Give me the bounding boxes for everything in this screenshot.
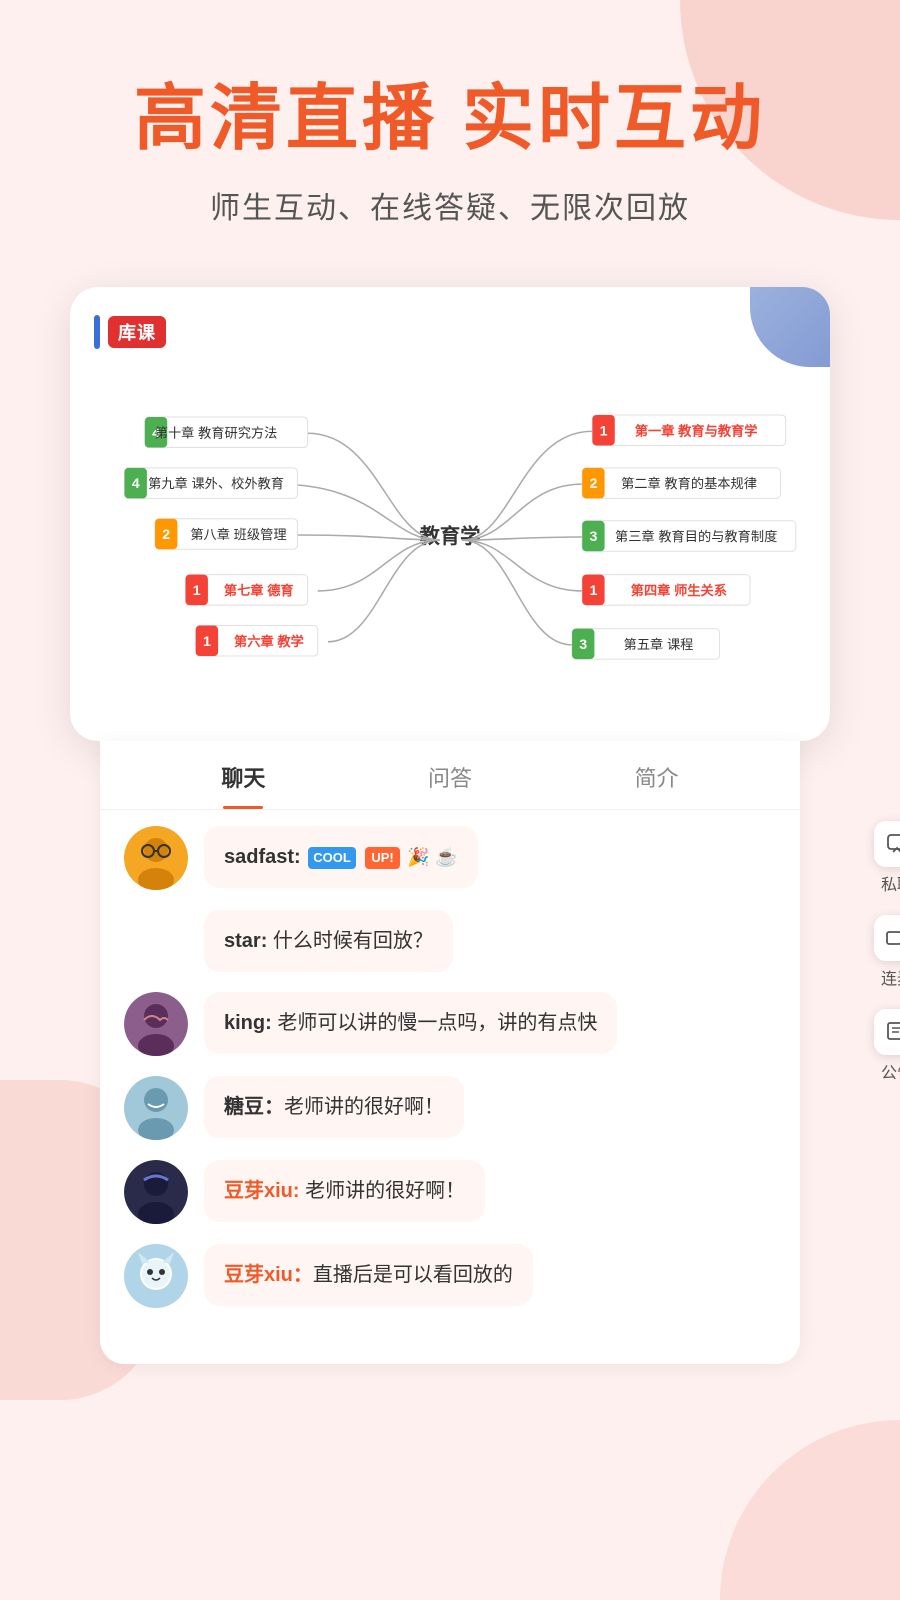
private-chat-button[interactable]: 私聊 — [874, 821, 900, 895]
chat-list: sadfast: COOL UP! 🎉 ☕ star: 什么时候有回放？ — [100, 810, 800, 1344]
tab-intro[interactable]: 简介 — [553, 741, 760, 809]
list-item: 豆芽xiu: 老师讲的很好啊！ — [124, 1160, 776, 1224]
svg-text:1: 1 — [203, 634, 211, 650]
svg-text:第八章 班级管理: 第八章 班级管理 — [190, 526, 286, 542]
svg-text:1: 1 — [193, 583, 201, 599]
svg-text:第二章 教育的基本规律: 第二章 教育的基本规律 — [621, 475, 757, 491]
hero-section: 高清直播 实时互动 师生互动、在线答疑、无限次回放 — [0, 0, 900, 267]
bg-decoration-right — [720, 1420, 900, 1600]
svg-text:第三章 教育目的与教育制度: 第三章 教育目的与教育制度 — [615, 528, 777, 544]
badge-up: UP! — [365, 847, 399, 869]
message-bubble: 糖豆：老师讲的很好啊！ — [204, 1076, 464, 1138]
logo-bar — [94, 315, 100, 349]
list-item: 糖豆：老师讲的很好啊！ — [124, 1076, 776, 1140]
hero-subtitle: 师生互动、在线答疑、无限次回放 — [40, 183, 860, 227]
avatar — [124, 826, 188, 890]
svg-text:第五章 课程: 第五章 课程 — [624, 636, 694, 652]
svg-text:教育学: 教育学 — [419, 524, 481, 548]
notice-icon — [874, 1009, 900, 1055]
svg-text:4: 4 — [132, 476, 140, 492]
list-item: king: 老师可以讲的慢一点吗，讲的有点快 — [124, 992, 776, 1056]
avatar — [124, 992, 188, 1056]
private-chat-label: 私聊 — [881, 871, 900, 895]
hero-title: 高清直播 实时互动 — [40, 80, 860, 159]
logo-badge: 库课 — [108, 316, 166, 348]
avatar — [124, 1244, 188, 1308]
mindmap-card: 库课 教育学 — [70, 287, 830, 741]
svg-text:第六章 教学: 第六章 教学 — [234, 633, 304, 649]
chat-tabs: 聊天 问答 简介 — [100, 741, 800, 810]
message-bubble: 豆芽xiu: 老师讲的很好啊！ — [204, 1160, 485, 1222]
svg-text:第七章 德育: 第七章 德育 — [224, 582, 294, 598]
chat-icon — [874, 821, 900, 867]
message-bubble: sadfast: COOL UP! 🎉 ☕ — [204, 826, 478, 888]
notice-label: 公告 — [881, 1059, 900, 1083]
svg-text:第一章 教育与教育学: 第一章 教育与教育学 — [635, 423, 758, 439]
badge-cool: COOL — [308, 847, 356, 869]
list-item: sadfast: COOL UP! 🎉 ☕ — [124, 826, 776, 890]
svg-text:2: 2 — [589, 476, 597, 492]
svg-text:第四章 师生关系: 第四章 师生关系 — [631, 582, 727, 598]
message-bubble: 豆芽xiu：直播后是可以看回放的 — [204, 1244, 533, 1306]
svg-text:第九章 课外、校外教育: 第九章 课外、校外教育 — [148, 475, 284, 491]
list-item: 豆芽xiu：直播后是可以看回放的 — [124, 1244, 776, 1308]
svg-text:2: 2 — [162, 527, 170, 543]
message-bubble: star: 什么时候有回放？ — [204, 910, 453, 972]
mindmap-logo: 库课 — [94, 315, 806, 349]
avatar — [124, 1076, 188, 1140]
svg-text:3: 3 — [589, 529, 597, 545]
tab-qa[interactable]: 问答 — [347, 741, 554, 809]
video-link-button[interactable]: 连麦 — [874, 915, 900, 989]
action-buttons: 私聊 连麦 公告 — [874, 821, 900, 1083]
list-item: star: 什么时候有回放？ — [124, 910, 776, 972]
mindmap-diagram: 教育学 — [94, 365, 806, 705]
svg-text:1: 1 — [589, 583, 597, 599]
svg-text:第十章 教育研究方法: 第十章 教育研究方法 — [155, 425, 278, 441]
notice-button[interactable]: 公告 — [874, 1009, 900, 1083]
message-bubble: king: 老师可以讲的慢一点吗，讲的有点快 — [204, 992, 617, 1054]
video-link-label: 连麦 — [881, 965, 900, 989]
svg-text:3: 3 — [579, 637, 587, 653]
video-icon — [874, 915, 900, 961]
svg-text:1: 1 — [600, 424, 608, 440]
card-corner-decoration — [750, 287, 830, 367]
mindmap-section: 库课 教育学 — [0, 267, 900, 741]
tab-chat[interactable]: 聊天 — [140, 741, 347, 809]
avatar — [124, 1160, 188, 1224]
chat-section: 聊天 问答 简介 — [100, 741, 800, 1364]
